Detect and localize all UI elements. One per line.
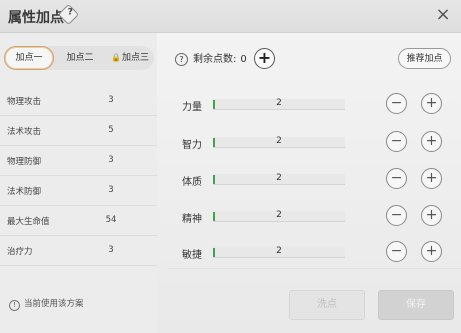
save-button[interactable]: 保存	[378, 290, 454, 320]
tab-scheme-3[interactable]: 🔒加点三	[106, 46, 154, 70]
info-icon: !	[9, 300, 20, 311]
stat-row: 敏速 2	[0, 265, 157, 275]
attribute-row-intelligence: 智力 2 − +	[0, 131, 461, 155]
decrease-button[interactable]: −	[386, 205, 407, 226]
attribute-bar: 2	[213, 173, 345, 185]
increase-button[interactable]: +	[421, 131, 442, 152]
attribute-row-constitution: 体质 2 − +	[0, 168, 461, 192]
tab-scheme-1[interactable]: 加点一	[4, 46, 54, 70]
dialog-titlebar: 属性加点 ? ×	[0, 0, 461, 33]
attribute-row-agility: 敏捷 2 − +	[0, 241, 461, 265]
recommend-points-button[interactable]: 推荐加点	[398, 48, 451, 69]
remaining-points-value: 0	[240, 54, 247, 65]
lock-icon: 🔒	[111, 53, 121, 62]
decrease-button[interactable]: −	[386, 241, 407, 262]
decrease-button[interactable]: −	[386, 93, 407, 114]
remaining-points: ? 剩余点数: 0	[175, 50, 247, 66]
attribute-row-spirit: 精神 2 − +	[0, 205, 461, 229]
tab-scheme-2[interactable]: 加点二	[56, 46, 104, 70]
increase-button[interactable]: +	[421, 93, 442, 114]
divider	[168, 268, 461, 269]
add-points-button[interactable]: +	[254, 48, 275, 69]
question-icon[interactable]: ?	[175, 53, 188, 66]
increase-button[interactable]: +	[421, 241, 442, 262]
scheme-tabs: 加点一 加点二 🔒加点三	[4, 46, 154, 70]
attribute-bar: 2	[213, 246, 345, 258]
increase-button[interactable]: +	[421, 205, 442, 226]
attribute-row-strength: 力量 2 − +	[0, 93, 461, 117]
dialog-title: 属性加点	[8, 10, 64, 26]
attribute-bar: 2	[213, 210, 345, 222]
increase-button[interactable]: +	[421, 168, 442, 189]
close-icon[interactable]: ×	[434, 6, 452, 24]
wash-points-button[interactable]: 洗点	[289, 290, 365, 320]
current-scheme-note: ! 当前使用该方案	[9, 297, 84, 311]
attribute-bar: 2	[213, 98, 345, 110]
attribute-bar: 2	[213, 136, 345, 148]
decrease-button[interactable]: −	[386, 168, 407, 189]
decrease-button[interactable]: −	[386, 131, 407, 152]
attribute-points-dialog: 属性加点 ? × 加点一 加点二 🔒加点三 物理攻击 3 法术攻击 5 物理防御…	[0, 0, 461, 333]
